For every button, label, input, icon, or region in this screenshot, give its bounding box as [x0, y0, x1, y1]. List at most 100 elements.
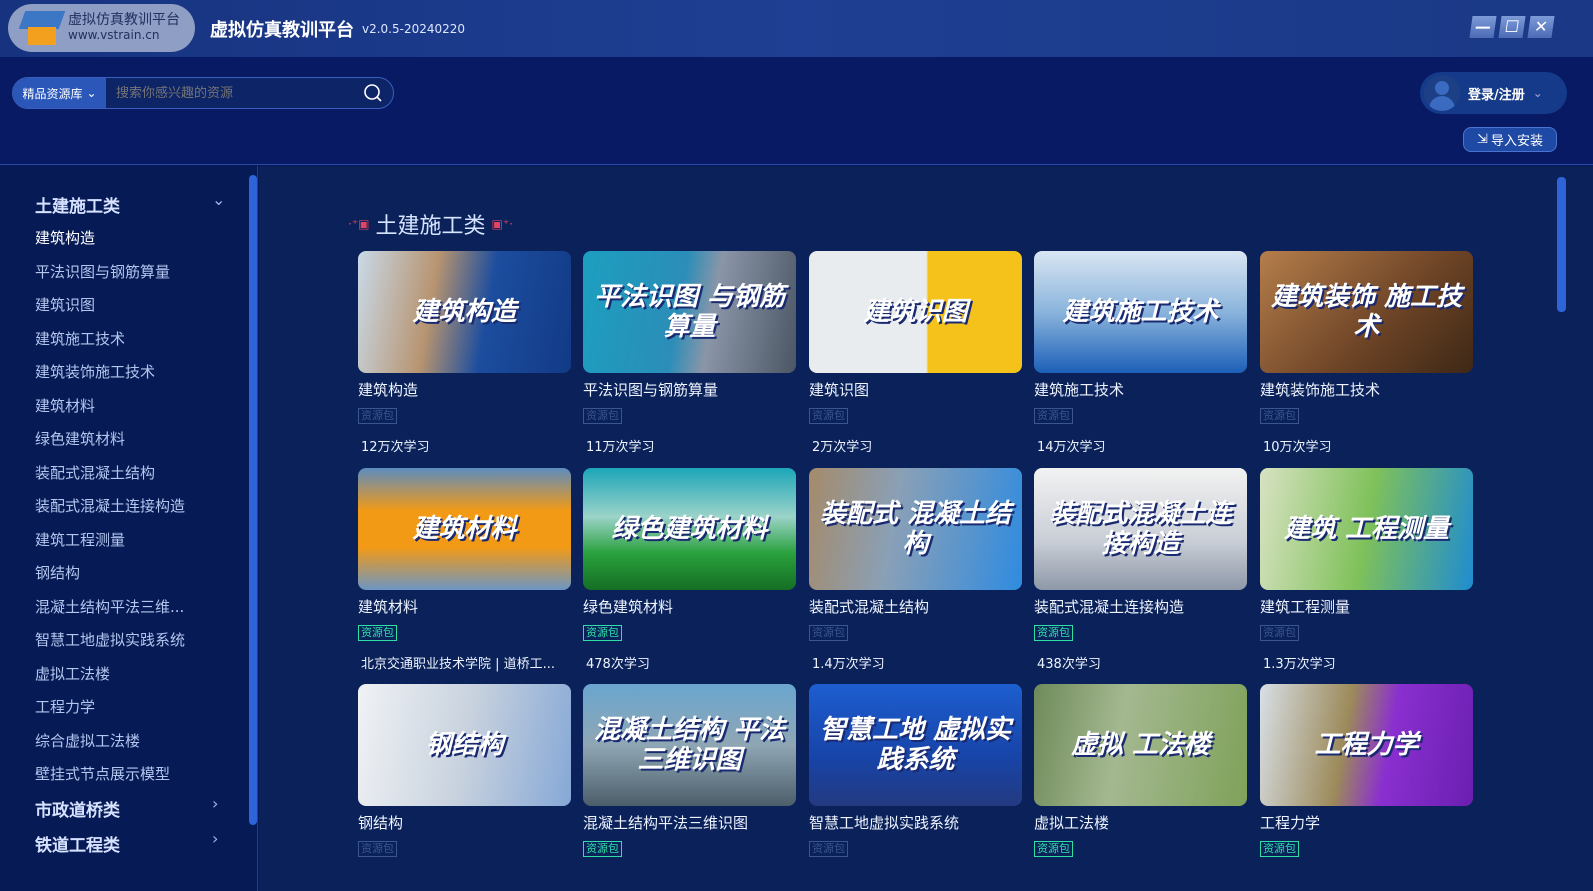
search-icon[interactable] [353, 78, 393, 108]
sidebar-scrollbar[interactable] [249, 175, 257, 825]
decor-icon: ·⁺▣ [348, 217, 370, 231]
card-thumbnail[interactable]: 工程力学 [1260, 684, 1473, 806]
card-title[interactable]: 装配式混凝土连接构造 [1034, 596, 1247, 617]
minimize-button[interactable]: — [1469, 16, 1497, 38]
sidebar-item[interactable]: 虚拟工法楼 [35, 663, 110, 684]
sidebar-item[interactable]: 建筑装饰施工技术 [35, 361, 155, 382]
resource-pack-badge: 资源包 [583, 624, 622, 641]
resource-card[interactable]: 建筑施工技术 建筑施工技术 资源包 14万次学习 [1034, 251, 1247, 455]
import-icon: ⇲ [1477, 132, 1488, 147]
card-title[interactable]: 建筑装饰施工技术 [1260, 379, 1473, 400]
sidebar-item[interactable]: 绿色建筑材料 [35, 428, 125, 449]
sidebar-item[interactable]: 平法识图与钢筋算量 [35, 261, 170, 282]
resource-card[interactable]: 绿色建筑材料 绿色建筑材料 资源包 478次学习 [583, 467, 796, 672]
card-title[interactable]: 平法识图与钢筋算量 [583, 379, 796, 400]
app-version: v2.0.5-20240220 [362, 22, 466, 36]
card-title[interactable]: 混凝土结构平法三维识图 [583, 812, 796, 833]
card-title[interactable]: 钢结构 [358, 812, 571, 833]
sidebar-category[interactable]: 土建施工类 [35, 192, 120, 217]
resource-card[interactable]: 智慧工地 虚拟实践系统 智慧工地虚拟实践系统 资源包 [809, 684, 1022, 869]
card-stat: 2万次学习 [812, 440, 873, 455]
resource-card[interactable]: 建筑识图 建筑识图 资源包 2万次学习 [809, 251, 1022, 455]
card-thumbnail[interactable]: 建筑装饰 施工技术 [1260, 251, 1473, 373]
toolbar [0, 57, 1593, 165]
resource-card[interactable]: 装配式 混凝土结构 装配式混凝土结构 资源包 1.4万次学习 [809, 467, 1022, 672]
card-title[interactable]: 工程力学 [1260, 812, 1473, 833]
card-thumbnail[interactable]: 装配式 混凝土结构 [809, 467, 1022, 590]
card-thumbnail[interactable]: 虚拟 工法楼 [1034, 684, 1247, 806]
thumbnail-title: 建筑施工技术 [1062, 297, 1219, 327]
resource-card[interactable]: 工程力学 工程力学 资源包 [1260, 684, 1473, 869]
card-thumbnail[interactable]: 钢结构 [358, 684, 571, 806]
card-thumbnail[interactable]: 混凝土结构 平法三维识图 [583, 684, 796, 806]
sidebar-item[interactable]: 壁挂式节点展示模型 [35, 763, 170, 784]
avatar-icon [1424, 75, 1460, 111]
resource-card[interactable]: 平法识图 与钢筋算量 平法识图与钢筋算量 资源包 11万次学习 [583, 251, 796, 455]
resource-card[interactable]: 混凝土结构 平法三维识图 混凝土结构平法三维识图 资源包 [583, 684, 796, 869]
search-input[interactable] [106, 78, 353, 108]
content-scrollbar[interactable] [1557, 177, 1566, 312]
card-thumbnail[interactable]: 建筑 工程测量 [1260, 467, 1473, 590]
card-title[interactable]: 虚拟工法楼 [1034, 812, 1247, 833]
maximize-button[interactable]: ☐ [1498, 16, 1526, 38]
card-title[interactable]: 建筑施工技术 [1034, 379, 1247, 400]
graduation-cap-icon [18, 9, 66, 47]
card-stat: 10万次学习 [1263, 440, 1332, 455]
card-thumbnail[interactable]: 建筑构造 [358, 251, 571, 373]
sidebar-item[interactable]: 建筑工程测量 [35, 529, 125, 550]
card-title[interactable]: 建筑材料 [358, 596, 571, 617]
thumbnail-title: 钢结构 [425, 730, 504, 760]
resource-card[interactable]: 建筑 工程测量 建筑工程测量 资源包 1.3万次学习 [1260, 467, 1473, 672]
logo-url: www.vstrain.cn [68, 28, 160, 42]
thumbnail-title: 平法识图 与钢筋算量 [593, 282, 786, 342]
sidebar-category[interactable]: 市政道桥类 [35, 796, 120, 821]
resource-card[interactable]: 建筑构造 建筑构造 资源包 12万次学习 [358, 251, 571, 455]
sidebar-category[interactable]: 铁道工程类 [35, 831, 120, 856]
resource-card[interactable]: 虚拟 工法楼 虚拟工法楼 资源包 [1034, 684, 1247, 869]
resource-scope-dropdown[interactable]: 精品资源库 ⌄ [13, 78, 106, 108]
resource-card[interactable]: 钢结构 钢结构 资源包 [358, 684, 571, 869]
card-title[interactable]: 建筑工程测量 [1260, 596, 1473, 617]
sidebar-item[interactable]: 建筑识图 [35, 294, 95, 315]
card-thumbnail[interactable]: 绿色建筑材料 [583, 467, 796, 590]
thumbnail-title: 装配式 混凝土结构 [819, 498, 1012, 559]
card-title[interactable]: 绿色建筑材料 [583, 596, 796, 617]
chevron-right-icon[interactable]: › [212, 794, 218, 813]
sidebar-item[interactable]: 建筑材料 [35, 395, 95, 416]
sidebar-item[interactable]: 综合虚拟工法楼 [35, 730, 140, 751]
sidebar-item[interactable]: 钢结构 [35, 562, 80, 583]
sidebar-item[interactable]: 建筑构造 [35, 227, 95, 248]
decor-icon: ▣⁺· [491, 217, 514, 231]
resource-card[interactable]: 建筑装饰 施工技术 建筑装饰施工技术 资源包 10万次学习 [1260, 251, 1473, 455]
close-button[interactable]: ✕ [1527, 16, 1555, 38]
thumbnail-title: 建筑构造 [412, 297, 517, 327]
card-title[interactable]: 装配式混凝土结构 [809, 596, 1022, 617]
card-title[interactable]: 建筑构造 [358, 379, 571, 400]
sidebar-item[interactable]: 工程力学 [35, 696, 95, 717]
resource-card[interactable]: 装配式混凝土连接构造 装配式混凝土连接构造 资源包 438次学习 [1034, 467, 1247, 672]
card-thumbnail[interactable]: 建筑识图 [809, 251, 1022, 373]
chevron-down-icon: ⌄ [86, 86, 97, 100]
resource-card[interactable]: 建筑材料 建筑材料 资源包 北京交通职业技术学院 | 道桥工... [358, 467, 571, 672]
card-thumbnail[interactable]: 建筑施工技术 [1034, 251, 1247, 373]
resource-pack-badge: 资源包 [358, 624, 397, 641]
sidebar-item[interactable]: 混凝土结构平法三维... [35, 596, 184, 617]
card-thumbnail[interactable]: 装配式混凝土连接构造 [1034, 467, 1247, 590]
thumbnail-title: 建筑装饰 施工技术 [1270, 282, 1463, 342]
thumbnail-title: 建筑识图 [863, 297, 968, 327]
login-button[interactable]: 登录/注册 ⌄ [1420, 72, 1567, 114]
import-install-button[interactable]: ⇲ 导入安装 [1463, 127, 1557, 152]
card-thumbnail[interactable]: 智慧工地 虚拟实践系统 [809, 684, 1022, 806]
card-title[interactable]: 智慧工地虚拟实践系统 [809, 812, 1022, 833]
sidebar-item[interactable]: 建筑施工技术 [35, 328, 125, 349]
sidebar-item[interactable]: 装配式混凝土结构 [35, 462, 155, 483]
sidebar-item[interactable]: 智慧工地虚拟实践系统 [35, 629, 185, 650]
chevron-right-icon[interactable]: › [212, 829, 218, 848]
card-thumbnail[interactable]: 平法识图 与钢筋算量 [583, 251, 796, 373]
sidebar-item[interactable]: 装配式混凝土连接构造 [35, 495, 185, 516]
chevron-down-icon[interactable]: ⌄ [212, 190, 225, 209]
app-logo: 虚拟仿真教训平台 www.vstrain.cn [8, 4, 195, 52]
card-title[interactable]: 建筑识图 [809, 379, 1022, 400]
resource-pack-badge: 资源包 [583, 841, 622, 857]
card-thumbnail[interactable]: 建筑材料 [358, 467, 571, 590]
